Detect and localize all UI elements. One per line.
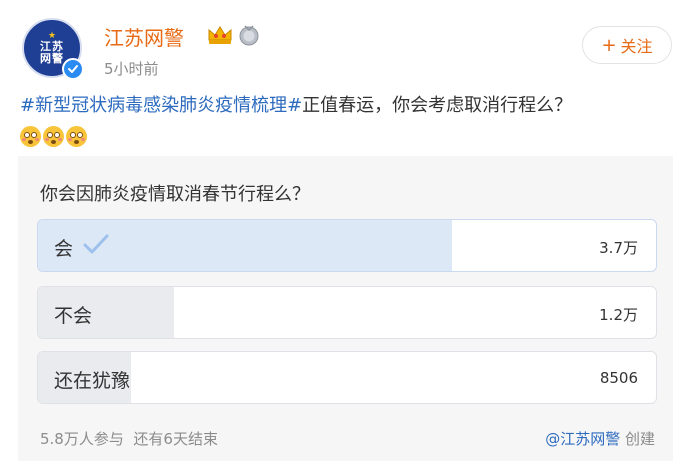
poll-stats: 5.8万人参与 还有6天结束	[40, 428, 218, 449]
flushed-face-emoji	[66, 126, 87, 147]
poll-creator: @江苏网警 创建	[545, 428, 655, 449]
flushed-face-emoji	[20, 126, 41, 147]
medal-icon	[239, 25, 259, 46]
poll-participants: 5.8万人参与	[40, 430, 124, 448]
creator-handle[interactable]: @江苏网警	[545, 430, 620, 448]
username[interactable]: 江苏网警	[104, 22, 184, 51]
poll-option-no[interactable]: 不会 1.2万	[37, 286, 657, 339]
follow-button[interactable]: + 关注	[582, 26, 672, 64]
flushed-face-emoji	[43, 126, 64, 147]
post-text: #新型冠状病毒感染肺炎疫情梳理#正值春运，你会考虑取消行程么？	[20, 94, 680, 118]
weibo-post: ★ 江苏 网警 江苏网警 5小时前 + 关注 #新型冠状病毒感染肺炎疫情梳理#正值…	[0, 0, 693, 461]
check-icon	[83, 234, 109, 254]
poll-remaining: 还有6天结束	[133, 430, 218, 448]
poll-option-label: 不会	[54, 305, 93, 327]
poll-option-label: 会	[54, 238, 74, 260]
poll-option-label: 还在犹豫	[54, 370, 131, 392]
post-time: 5小时前	[104, 60, 159, 78]
emoji-row	[20, 126, 87, 147]
poll-option-count: 8506	[599, 369, 638, 387]
verified-icon	[62, 58, 84, 80]
poll-question: 你会因肺炎疫情取消春节行程么？	[40, 184, 310, 205]
follow-label: 关注	[620, 37, 653, 56]
creator-suffix: 创建	[624, 430, 655, 448]
poll-card: 你会因肺炎疫情取消春节行程么？ 会 3.7万 不会 1.2万 还在犹豫 8506…	[18, 156, 673, 461]
plus-icon: +	[601, 34, 617, 56]
poll-option-count: 3.7万	[599, 239, 638, 257]
crown-icon	[208, 26, 232, 44]
topic-link[interactable]: #新型冠状病毒感染肺炎疫情梳理#	[20, 95, 302, 116]
post-body: 正值春运，你会考虑取消行程么？	[302, 95, 573, 116]
poll-option-undecided[interactable]: 还在犹豫 8506	[37, 351, 657, 404]
poll-option-count: 1.2万	[599, 306, 638, 324]
avatar-text: 江苏 网警	[40, 39, 64, 65]
poll-option-yes[interactable]: 会 3.7万	[37, 219, 657, 272]
